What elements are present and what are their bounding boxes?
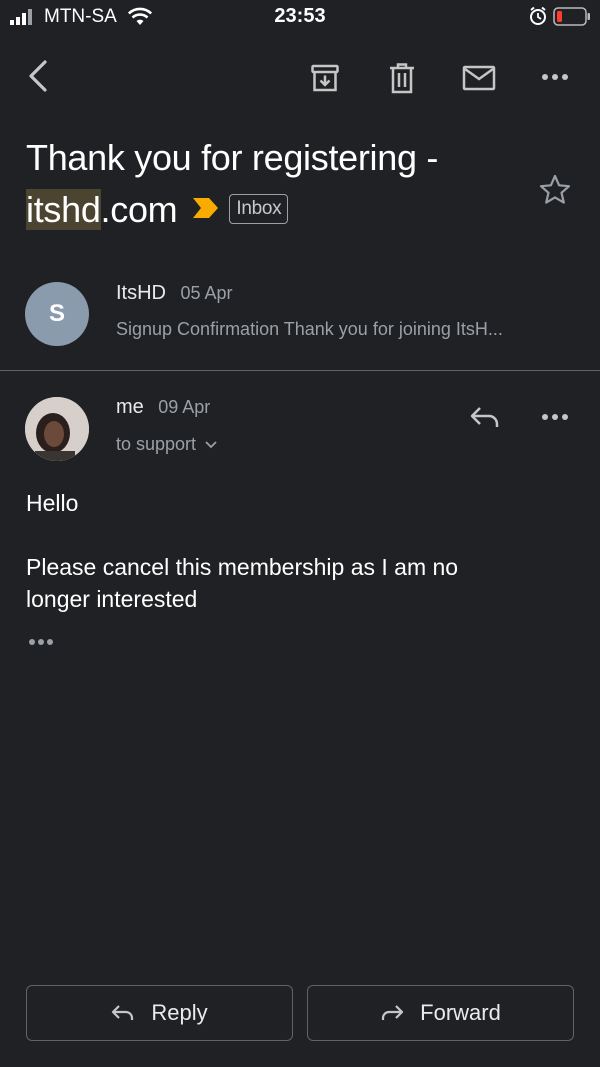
important-marker-icon	[191, 196, 221, 220]
divider	[0, 370, 600, 371]
delete-button[interactable]	[382, 58, 422, 98]
mail-icon	[462, 65, 496, 91]
message-date: 09 Apr	[158, 397, 211, 417]
back-button[interactable]	[20, 56, 54, 96]
sender-avatar: S	[25, 282, 89, 346]
message-date: 05 Apr	[180, 283, 233, 303]
show-trimmed-content-button[interactable]	[22, 632, 60, 652]
sender-name: me	[116, 396, 144, 418]
archive-icon	[311, 64, 339, 92]
star-outline-icon	[539, 174, 571, 204]
subject-highlight: itshd	[26, 189, 101, 230]
more-horizontal-icon	[542, 414, 568, 420]
message-snippet: Signup Confirmation Thank you for joinin…	[116, 319, 503, 339]
forward-icon	[382, 1005, 404, 1020]
forward-label: Forward	[420, 1000, 501, 1025]
sender-name: ItsHD	[116, 282, 166, 304]
mark-unread-button[interactable]	[458, 58, 500, 98]
star-button[interactable]	[536, 170, 574, 208]
reply-button[interactable]	[464, 398, 506, 436]
more-horizontal-icon	[542, 74, 568, 80]
subject-line-1: Thank you for registering -	[26, 137, 439, 178]
forward-bottom-button[interactable]: Forward	[307, 985, 574, 1041]
archive-button[interactable]	[305, 58, 345, 98]
subject-domain: .com	[100, 189, 178, 230]
battery-low-icon	[553, 7, 590, 26]
reply-icon	[112, 1005, 134, 1020]
recipient-details-toggle[interactable]: to support	[116, 434, 218, 455]
avatar	[25, 397, 89, 461]
reply-icon	[470, 407, 499, 427]
reply-label: Reply	[151, 1000, 208, 1025]
user-photo-avatar	[25, 397, 89, 461]
chevron-down-icon	[205, 440, 217, 448]
alarm-icon	[530, 6, 546, 25]
message-collapsed-itshd[interactable]: S ItsHD 05 Apr Signup Confirmation Thank…	[0, 270, 600, 368]
inbox-label-badge[interactable]: Inbox	[229, 194, 289, 225]
message-more-button[interactable]	[535, 400, 575, 434]
body-line-2: longer interested	[26, 586, 198, 612]
body-line-1: Please cancel this membership as I am no	[26, 554, 459, 580]
reply-bottom-button[interactable]: Reply	[26, 985, 293, 1041]
status-bar: MTN-SA 23:53	[0, 0, 600, 34]
back-arrow-icon	[29, 60, 47, 92]
body-greeting: Hello	[26, 490, 79, 516]
email-subject: Thank you for registering - itshd.com Inb…	[26, 132, 526, 236]
ellipsis-icon	[29, 639, 53, 645]
recipient-text: to support	[116, 434, 197, 454]
trash-icon	[390, 63, 414, 94]
more-options-button[interactable]	[535, 60, 575, 94]
clock-time: 23:53	[274, 5, 326, 27]
